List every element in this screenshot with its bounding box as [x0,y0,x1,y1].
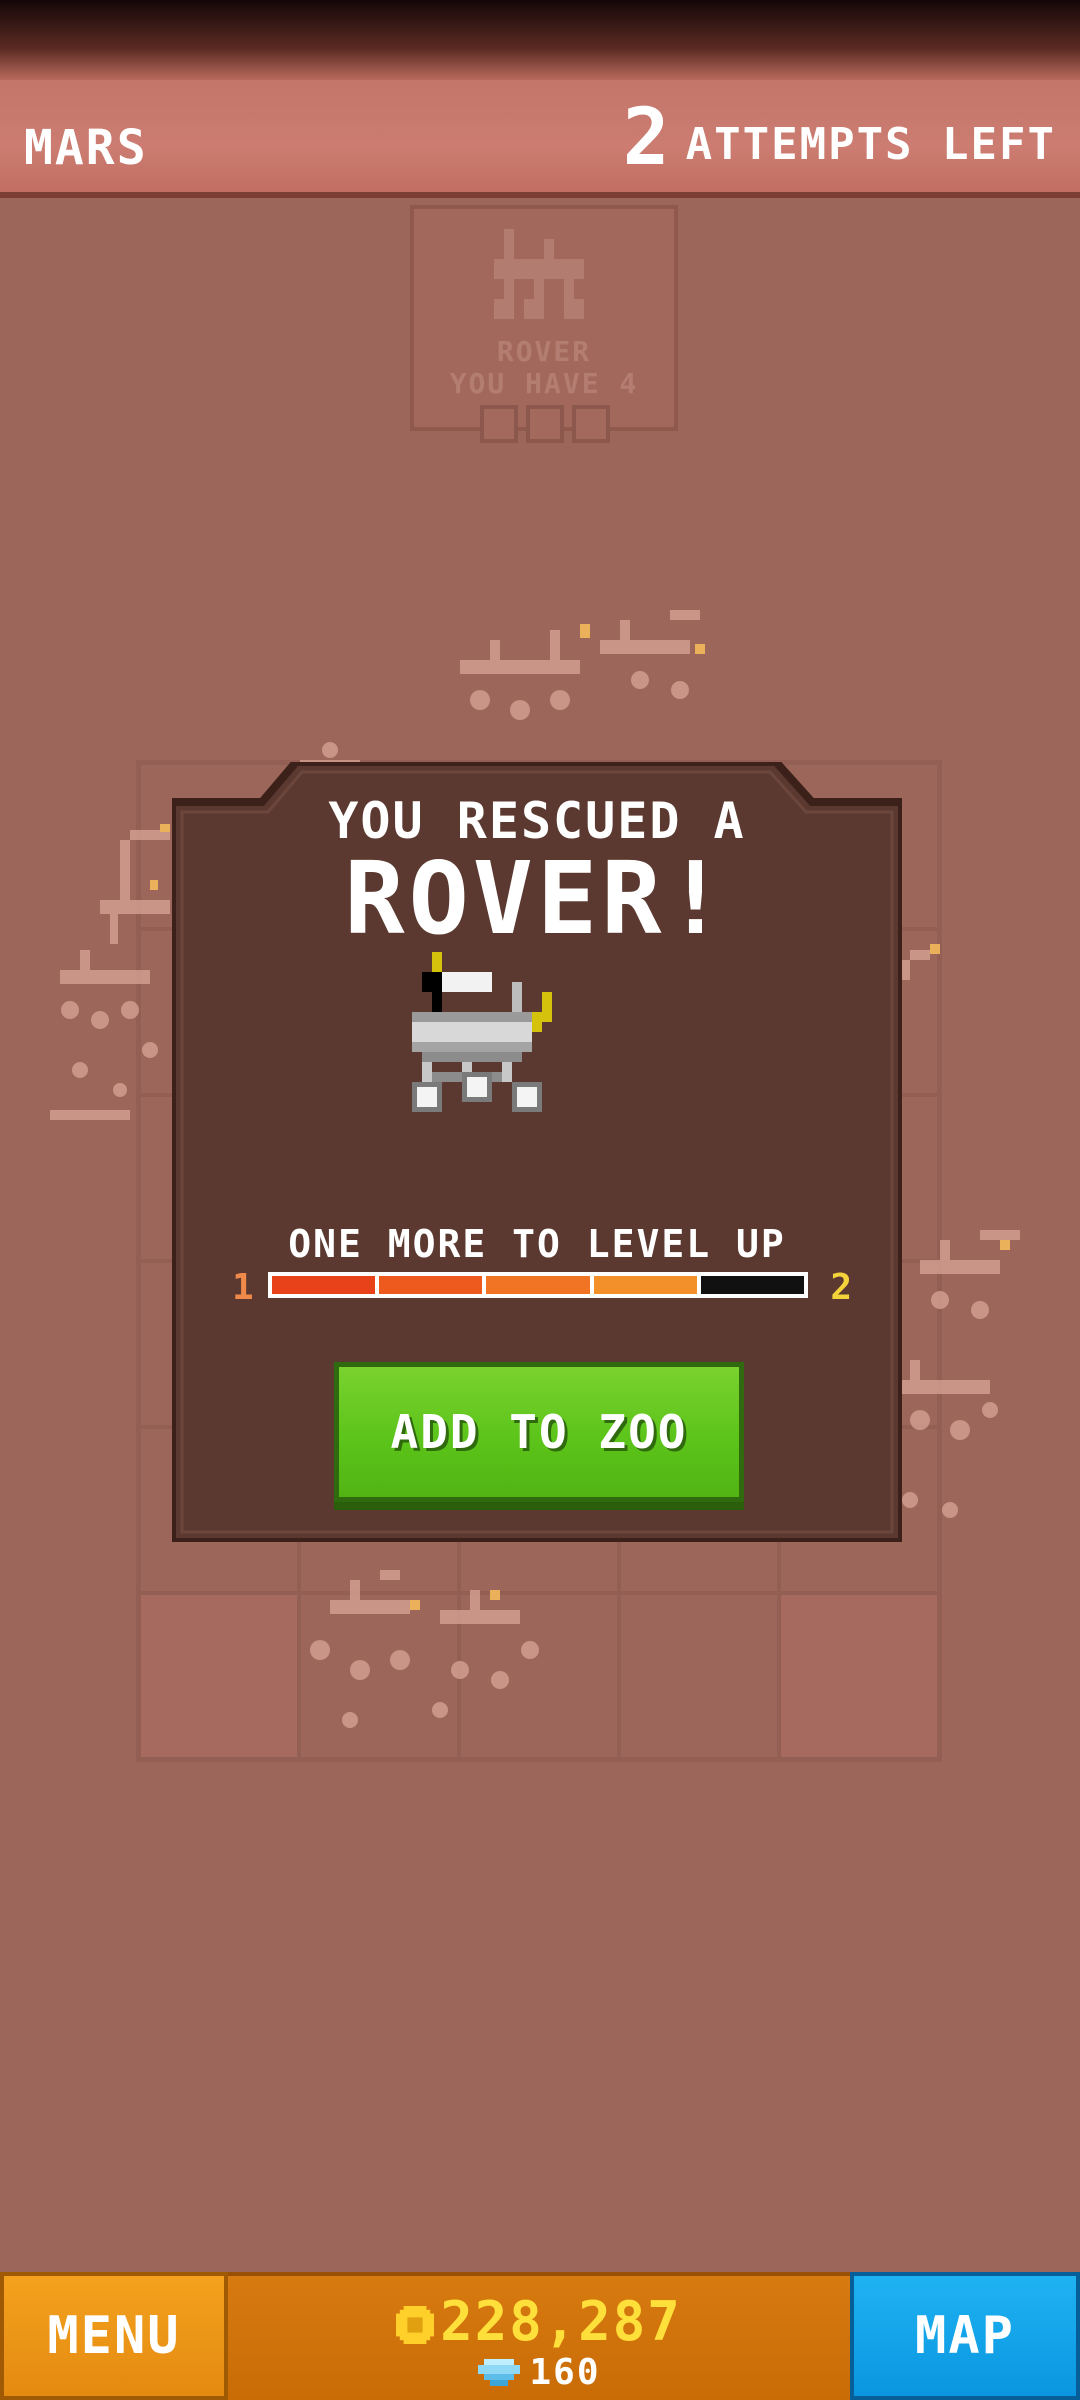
diamond-icon [478,2359,521,2386]
next-level: 2 [830,1267,854,1308]
grid-cell [299,1593,459,1759]
status-bar [0,0,1080,80]
level-progress-bar [268,1272,808,1298]
coin-balance: 228,287 [228,2290,850,2353]
grid-cell [779,1593,939,1759]
level-up-message: ONE MORE TO LEVEL UP [288,1222,786,1266]
rover-icon [412,952,552,1112]
progress-segment-filled [379,1276,487,1294]
map-button[interactable]: MAP [850,2272,1080,2400]
gem-balance: 160 [228,2352,850,2393]
slot [572,405,610,443]
progress-segment-empty [700,1276,805,1294]
rover-silhouette-icon [494,229,584,319]
animal-card-background: ROVER YOU HAVE 4 [410,205,678,431]
menu-button[interactable]: MENU [0,2272,228,2400]
progress-segment-filled [486,1276,594,1294]
attempts-label: ATTEMPTS LEFT [685,119,1056,170]
currency-display: 228,287 160 [228,2272,850,2400]
bottom-bar: MENU 228,287 160 MAP [0,2272,1080,2400]
slot [526,405,564,443]
rover-splash-top-decoration [300,610,705,770]
grid-cell [139,1593,299,1759]
progress-segment-filled [272,1276,380,1294]
top-bar: MARS 2 ATTEMPTS LEFT [0,80,1080,198]
ghost-card-slots [480,405,610,443]
coin-amount: 228,287 [440,2290,682,2353]
rescue-dialog: YOU RESCUED A ROVER! ONE MORE TO LEVEL U… [172,762,902,1542]
grid-cell [459,1593,619,1759]
ghost-card-name: ROVER [496,335,592,368]
level-name: MARS [24,120,148,176]
attempts-count: 2 [622,93,672,183]
dialog-title: ROVER! [344,840,730,957]
coin-icon [396,2306,435,2345]
ghost-card-subtitle: YOU HAVE 4 [449,367,639,400]
slot [480,405,518,443]
attempts-indicator: 2 ATTEMPTS LEFT [622,93,1056,183]
current-level: 1 [232,1267,256,1308]
grid-cell [619,1593,779,1759]
add-to-zoo-button[interactable]: ADD TO ZOO [334,1362,744,1502]
progress-segment-filled [593,1276,701,1294]
gem-amount: 160 [529,2352,601,2393]
